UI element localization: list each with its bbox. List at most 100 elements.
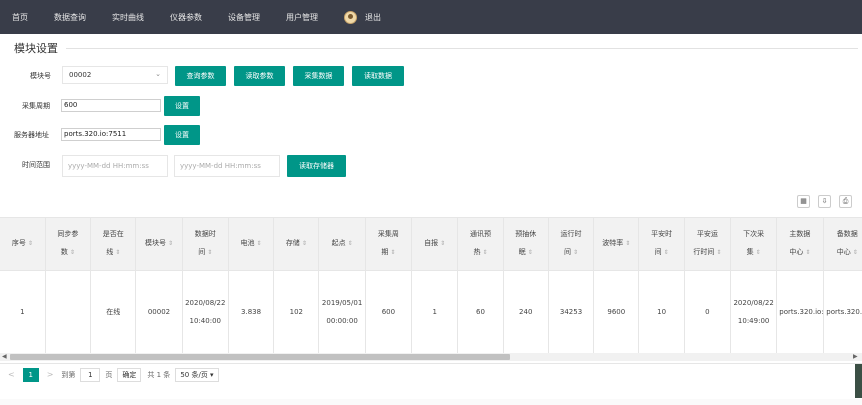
sort-icon[interactable]: ⇕ (625, 240, 630, 247)
cell-value: 10:40:00 (189, 317, 221, 326)
column-header[interactable]: 备数据 中心 ⇕ (823, 218, 862, 271)
sort-icon[interactable]: ⇕ (664, 249, 669, 256)
column-header[interactable]: 数据时间 ⇕ (182, 218, 229, 271)
sort-icon[interactable]: ⇕ (805, 249, 810, 256)
set-server-button[interactable]: 设置 (164, 125, 200, 145)
table-cell: 0 (684, 270, 732, 354)
scroll-thumb[interactable] (10, 354, 510, 360)
sort-icon[interactable]: ⇕ (348, 240, 353, 247)
sort-icon[interactable]: ⇕ (257, 240, 262, 247)
column-header-label: 间 (564, 248, 571, 257)
column-header[interactable]: 平安时间 ⇕ (638, 218, 685, 271)
module-select[interactable]: 00002 ⌄ (62, 66, 168, 84)
column-header[interactable]: 电池 ⇕ (228, 218, 275, 271)
column-header[interactable]: 采集周期 ⇕ (365, 218, 413, 271)
column-filter-icon[interactable]: ▦ (797, 195, 810, 208)
sort-icon[interactable]: ⇕ (115, 249, 120, 256)
table-cell: ports.320.io (823, 270, 862, 354)
read-data-button[interactable]: 读取数据 (352, 66, 404, 86)
sort-icon[interactable]: ⇕ (207, 249, 212, 256)
nav-user-management[interactable]: 用户管理 (286, 12, 318, 23)
column-header[interactable]: 波特率 ⇕ (593, 218, 640, 271)
table-row[interactable]: 1 在线 00002 2020/08/22 10:40:00 3.838 102 2019/0… (0, 270, 862, 354)
column-header-label: 平安时 (651, 230, 673, 239)
column-header[interactable]: 存储 ⇕ (273, 218, 320, 271)
sort-icon[interactable]: ⇕ (168, 240, 173, 247)
avatar (344, 10, 357, 24)
column-header-label: 眠 (518, 248, 526, 257)
nav-device-management[interactable]: 设备管理 (228, 12, 260, 23)
set-period-button[interactable]: 设置 (164, 96, 200, 116)
column-header[interactable]: 自报 ⇕ (411, 218, 459, 271)
goto-page-input[interactable]: 1 (80, 367, 101, 382)
nav-realtime-curve[interactable]: 实时曲线 (112, 12, 144, 23)
sort-icon[interactable]: ⇕ (756, 249, 761, 256)
column-header-label: 下次采 (743, 230, 765, 239)
page-size-select[interactable]: 50 条/页 ▾ (175, 367, 219, 382)
side-widget[interactable] (855, 364, 862, 398)
column-header[interactable]: 通讯预热 ⇕ (457, 218, 504, 271)
scroll-right-icon[interactable]: ▶ (853, 353, 858, 361)
column-header[interactable]: 平安运 行时间 ⇕ (684, 218, 732, 271)
prev-page-icon[interactable]: < (8, 370, 15, 379)
column-header-label: 起点 (331, 239, 346, 248)
read-storage-button[interactable]: 读取存储器 (287, 155, 346, 177)
title-divider (66, 48, 858, 49)
nav-logout[interactable]: 退出 (344, 10, 381, 24)
nav-data-query[interactable]: 数据查询 (54, 12, 86, 23)
horizontal-scrollbar[interactable]: ◀ ▶ (0, 353, 862, 361)
sort-icon[interactable]: ⇕ (440, 240, 445, 247)
page-1-button[interactable]: 1 (22, 367, 39, 382)
cell-value: 00:00:00 (326, 317, 358, 326)
column-header-label: 数 (60, 248, 68, 257)
nav-instrument-params[interactable]: 仪器参数 (170, 12, 202, 23)
column-header-label: 预抽休 (515, 230, 537, 239)
sort-icon[interactable]: ⇕ (70, 249, 75, 256)
period-label: 采集周期 (22, 102, 50, 110)
collect-data-button[interactable]: 采集数据 (293, 66, 344, 86)
server-input[interactable]: ports.320.io:7511 (61, 128, 161, 141)
column-header-label: 波特率 (602, 239, 624, 248)
cell-value: 在线 (106, 308, 121, 317)
print-icon[interactable]: ⎙ (839, 195, 852, 208)
scroll-left-icon[interactable]: ◀ (2, 353, 7, 361)
column-header[interactable]: 同步参数 ⇕ (45, 218, 92, 271)
table-header-row: 序号 ⇕ 同步参数 ⇕ 是否在线 ⇕ 模块号 ⇕ 数据时间 ⇕ 电池 ⇕ 存储 ⇕ 起点 ⇕ 采集周期 ⇕ 自报 ⇕ 通… (0, 218, 862, 271)
server-label: 服务器地址 (14, 131, 49, 139)
column-header[interactable]: 下次采集 ⇕ (730, 218, 778, 271)
nav-home[interactable]: 首页 (12, 12, 28, 23)
sort-icon[interactable]: ⇕ (853, 249, 858, 256)
start-date-input[interactable]: yyyy-MM-dd HH:mm:ss (62, 155, 168, 177)
sort-icon[interactable]: ⇕ (482, 249, 487, 256)
cell-value: 0 (705, 308, 710, 317)
next-page-icon[interactable]: > (47, 370, 54, 379)
sort-icon[interactable]: ⇕ (573, 249, 578, 256)
sort-icon[interactable]: ⇕ (390, 249, 395, 256)
bottom-strip (0, 399, 862, 405)
sort-icon[interactable]: ⇕ (28, 240, 33, 247)
query-params-button[interactable]: 查询参数 (175, 66, 226, 86)
column-header[interactable]: 主数据 中心 ⇕ (776, 218, 824, 271)
sort-icon[interactable]: ⇕ (716, 249, 721, 256)
sort-icon[interactable]: ⇕ (528, 249, 533, 256)
cell-value: ports.320.io (826, 308, 862, 317)
period-input[interactable]: 600 (61, 99, 161, 112)
export-icon[interactable]: ⇩ (818, 195, 831, 208)
table-cell: 600 (365, 270, 413, 354)
column-header[interactable]: 序号 ⇕ (0, 218, 46, 271)
sort-icon[interactable]: ⇕ (302, 240, 307, 247)
read-params-button[interactable]: 读取参数 (234, 66, 285, 86)
end-date-input[interactable]: yyyy-MM-dd HH:mm:ss (174, 155, 280, 177)
data-table: 序号 ⇕ 同步参数 ⇕ 是否在线 ⇕ 模块号 ⇕ 数据时间 ⇕ 电池 ⇕ 存储 ⇕ 起点 ⇕ 采集周期 ⇕ 自报 ⇕ 通… (0, 217, 862, 363)
column-header[interactable]: 模块号 ⇕ (135, 218, 183, 271)
column-header[interactable]: 预抽休眠 ⇕ (503, 218, 549, 271)
goto-confirm-button[interactable]: 确定 (117, 367, 142, 382)
table-cell: 2020/08/22 10:40:00 (182, 270, 229, 354)
column-header-label: 期 (381, 248, 389, 257)
column-header[interactable]: 起点 ⇕ (318, 218, 366, 271)
cell-value: 240 (519, 308, 533, 317)
cell-value: 9600 (607, 308, 626, 317)
column-header[interactable]: 运行时间 ⇕ (548, 218, 595, 271)
column-header[interactable]: 是否在线 ⇕ (90, 218, 137, 271)
table-cell: ports.320.io:7511 (776, 270, 824, 354)
